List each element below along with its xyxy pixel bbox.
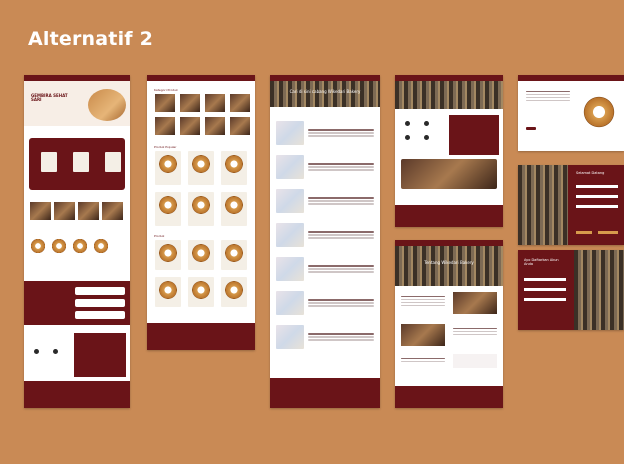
home-promo-banner xyxy=(29,138,125,190)
bread-image xyxy=(88,89,126,121)
cookie-photo xyxy=(401,159,497,189)
register-title: Ayo Daftarkan Akun Anda xyxy=(524,258,559,266)
contact-footer xyxy=(395,205,503,227)
contact-hero xyxy=(395,81,503,109)
about-footer xyxy=(395,386,503,408)
locations-hero-title: Cari di sini cabang Wikedari Bakery xyxy=(289,89,361,94)
contact-page-mockup xyxy=(395,75,503,227)
slide-title: Alternatif 2 xyxy=(28,28,154,50)
locations-footer xyxy=(270,378,380,408)
home-page-mockup: GEMBIRA SEHAT SARI xyxy=(24,75,130,408)
about-hero-title: Tentang Wikedari Bakery xyxy=(424,260,474,265)
home-category-row xyxy=(24,190,130,220)
contact-form xyxy=(449,115,499,155)
login-title: Selamat Datang xyxy=(576,171,605,175)
home-hero: GEMBIRA SEHAT SARI xyxy=(24,81,130,126)
home-contact-section xyxy=(24,331,130,381)
about-hero: Tentang Wikedari Bakery xyxy=(395,246,503,286)
login-page-mockup: Selamat Datang xyxy=(518,165,624,245)
catalog-product-grid xyxy=(147,240,255,307)
home-testimonial-section xyxy=(24,281,130,325)
catalog-footer xyxy=(147,323,255,350)
home-footer xyxy=(24,381,130,408)
catalog-section-popular: Produk Populer xyxy=(154,145,177,149)
catalog-popular-grid xyxy=(147,151,255,226)
catalog-section-categories: Kategori Produk xyxy=(154,88,178,92)
home-hero-title: GEMBIRA SEHAT SARI xyxy=(31,93,68,102)
locations-list xyxy=(270,107,380,349)
catalog-category-grid xyxy=(147,94,255,135)
contact-info xyxy=(395,109,503,157)
product-detail-mockup xyxy=(518,75,624,151)
register-image xyxy=(574,250,624,330)
catalog-page-mockup: Kategori Produk Produk Populer Produk xyxy=(147,75,255,350)
login-image xyxy=(518,165,568,245)
catalog-section-products: Produk xyxy=(154,234,165,238)
locations-page-mockup: Cari di sini cabang Wikedari Bakery xyxy=(270,75,380,408)
product-donut-image xyxy=(582,95,616,129)
product-navbar xyxy=(518,75,624,81)
register-page-mockup: Ayo Daftarkan Akun Anda xyxy=(518,250,624,330)
about-content xyxy=(395,286,503,382)
about-page-mockup: Tentang Wikedari Bakery xyxy=(395,240,503,408)
locations-hero: Cari di sini cabang Wikedari Bakery xyxy=(270,81,380,107)
home-product-row xyxy=(24,220,130,254)
